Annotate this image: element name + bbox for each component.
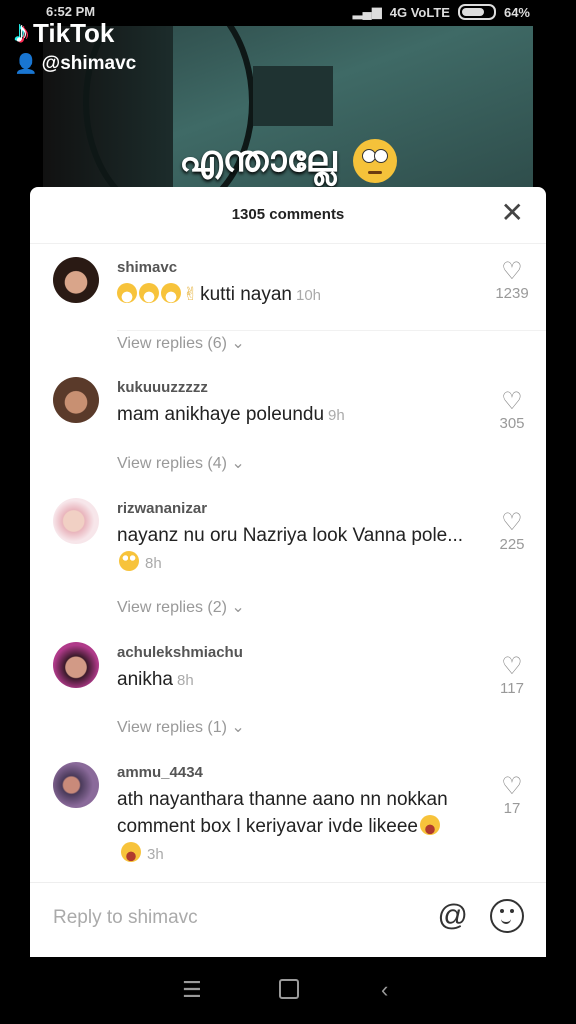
view-replies-button[interactable]: View replies (4) ⌄ (117, 453, 245, 473)
heart-icon: ♡ (501, 773, 523, 800)
comment-time: 3h (147, 846, 164, 863)
comment-body: kutti nayan (200, 284, 292, 305)
comment-time: 10h (296, 287, 322, 304)
menu-icon[interactable]: ☰ (182, 977, 202, 1003)
user-icon: 👤 (14, 54, 38, 75)
grin-emoji-icon (117, 283, 137, 303)
heart-icon: ♡ (501, 653, 523, 680)
laughing-emoji-icon (121, 842, 141, 862)
grin-emoji-icon (161, 283, 181, 303)
avatar[interactable] (53, 498, 99, 544)
grin-emoji-icon (139, 283, 159, 303)
laughing-emoji-icon (419, 815, 440, 835)
view-replies-button[interactable]: View replies (2) ⌄ (117, 597, 245, 617)
comments-header: 1305 comments ✕ (30, 187, 546, 244)
reply-bar: Reply to shimavc @ (30, 882, 546, 957)
heart-icon: ♡ (501, 388, 523, 415)
comment-text: anikha 8h (117, 666, 467, 694)
tiktok-logo-icon: ♪ (14, 16, 29, 49)
like-button[interactable]: ♡ 305 (492, 388, 532, 433)
battery-label: 64% (503, 4, 530, 20)
comment-text: nayanz nu oru Nazriya look Vanna pole...… (117, 522, 467, 577)
comment-username[interactable]: achulekshmiachu (117, 644, 243, 661)
comment-time: 8h (177, 672, 194, 689)
like-count: 1239 (495, 285, 529, 302)
comments-panel: 1305 comments ✕ shimavc ✌ kutti nayan 10h … (30, 187, 546, 957)
network-label: 4G VoLTE (389, 4, 450, 20)
like-button[interactable]: ♡ 1239 (492, 258, 532, 303)
chevron-down-icon: ⌄ (231, 719, 245, 736)
like-count: 17 (503, 800, 521, 817)
like-button[interactable]: ♡ 17 (492, 773, 532, 818)
signal-icon: ▂▄▆ (352, 4, 382, 19)
like-count: 117 (500, 680, 524, 697)
comment-time: 8h (145, 555, 162, 572)
divider (117, 330, 546, 331)
like-button[interactable]: ♡ 117 (492, 653, 532, 698)
view-replies-button[interactable]: View replies (1) ⌄ (117, 717, 245, 737)
comment-username[interactable]: rizwananizar (117, 500, 207, 517)
heart-icon: ♡ (501, 258, 523, 285)
home-icon[interactable] (279, 979, 299, 999)
close-icon[interactable]: ✕ (501, 199, 524, 227)
view-replies-button[interactable]: View replies (6) ⌄ (117, 333, 245, 353)
comment-username[interactable]: ammu_4434 (117, 764, 203, 781)
comment-text: mam anikhaye poleundu 9h (117, 401, 467, 429)
heart-icon: ♡ (501, 509, 523, 536)
tiktok-watermark: ♪ TikTok 👤 @shimavc (14, 16, 136, 76)
comment-time: 9h (328, 407, 345, 424)
avatar[interactable] (53, 377, 99, 423)
comment-body: nayanz nu oru Nazriya look Vanna pole... (117, 525, 464, 546)
eye-roll-emoji-icon (352, 139, 397, 184)
reply-input[interactable]: Reply to shimavc (53, 907, 198, 929)
avatar[interactable] (53, 642, 99, 688)
victory-hand-icon: ✌ (183, 284, 199, 304)
back-icon[interactable]: ‹ (381, 977, 388, 1003)
like-button[interactable]: ♡ 225 (492, 509, 532, 554)
creator-handle: @shimavc (41, 53, 137, 74)
avatar[interactable] (53, 257, 99, 303)
comment-body: mam anikhaye poleundu (117, 404, 325, 425)
eye-roll-emoji-icon (119, 551, 139, 571)
chevron-down-icon: ⌄ (231, 335, 245, 352)
comment-body: anikha (117, 669, 173, 690)
comment-username[interactable]: shimavc (117, 259, 177, 276)
battery-icon (457, 4, 496, 20)
app-name: TikTok (33, 17, 115, 48)
caption-text: എന്താല്ലേ (179, 138, 337, 179)
comment-body: ath nayanthara thanne aano nn nokkan com… (117, 789, 448, 837)
chevron-down-icon: ⌄ (231, 599, 245, 616)
comment-text: ✌ kutti nayan 10h (117, 281, 467, 309)
video-caption: എന്താല്ലേ (0, 138, 576, 184)
comments-count: 1305 comments (231, 206, 345, 223)
emoji-icon[interactable] (490, 899, 524, 933)
system-nav-bar: ☰ ‹ (0, 957, 576, 1024)
at-icon[interactable]: @ (438, 899, 468, 933)
comment-username[interactable]: kukuuuzzzzz (117, 379, 208, 396)
comment-text: ath nayanthara thanne aano nn nokkan com… (117, 786, 467, 868)
chevron-down-icon: ⌄ (231, 455, 245, 472)
avatar[interactable] (53, 762, 99, 808)
like-count: 225 (499, 536, 525, 553)
like-count: 305 (499, 415, 525, 432)
